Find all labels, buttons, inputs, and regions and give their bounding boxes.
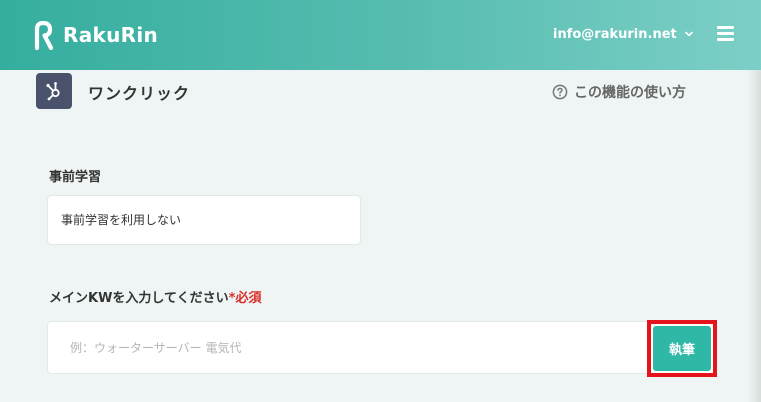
account-email: info@rakurin.net: [553, 26, 677, 42]
main-kw-label-text: メインKWを入力してください: [49, 291, 229, 306]
help-link[interactable]: この機能の使い方: [552, 82, 686, 102]
account-menu[interactable]: info@rakurin.net: [553, 24, 694, 44]
side-panel-shadow: [747, 70, 761, 402]
chevron-down-icon: [684, 31, 693, 37]
one-click-icon: [36, 73, 72, 109]
main-kw-label: メインKWを入力してください*必須: [49, 287, 261, 306]
prelearn-label: 事前学習: [49, 170, 102, 185]
help-link-label: この機能の使い方: [574, 85, 686, 101]
app-header: RakuRin info@rakurin.net: [0, 0, 761, 70]
prelearn-select[interactable]: 事前学習を利用しない: [47, 195, 361, 245]
submit-highlight: 執筆: [647, 320, 717, 377]
question-circle-icon: [552, 84, 568, 100]
brand-logo[interactable]: RakuRin: [34, 20, 158, 50]
required-mark: *必須: [228, 291, 262, 306]
rakurin-r-logo-icon: [34, 20, 54, 50]
brand-name: RakuRin: [63, 23, 159, 47]
page-title: ワンクリック: [88, 84, 191, 103]
one-click-glyph-icon: [46, 82, 60, 101]
write-button[interactable]: 執筆: [653, 326, 711, 371]
main-kw-input[interactable]: [47, 321, 647, 374]
hamburger-icon[interactable]: [717, 26, 735, 42]
